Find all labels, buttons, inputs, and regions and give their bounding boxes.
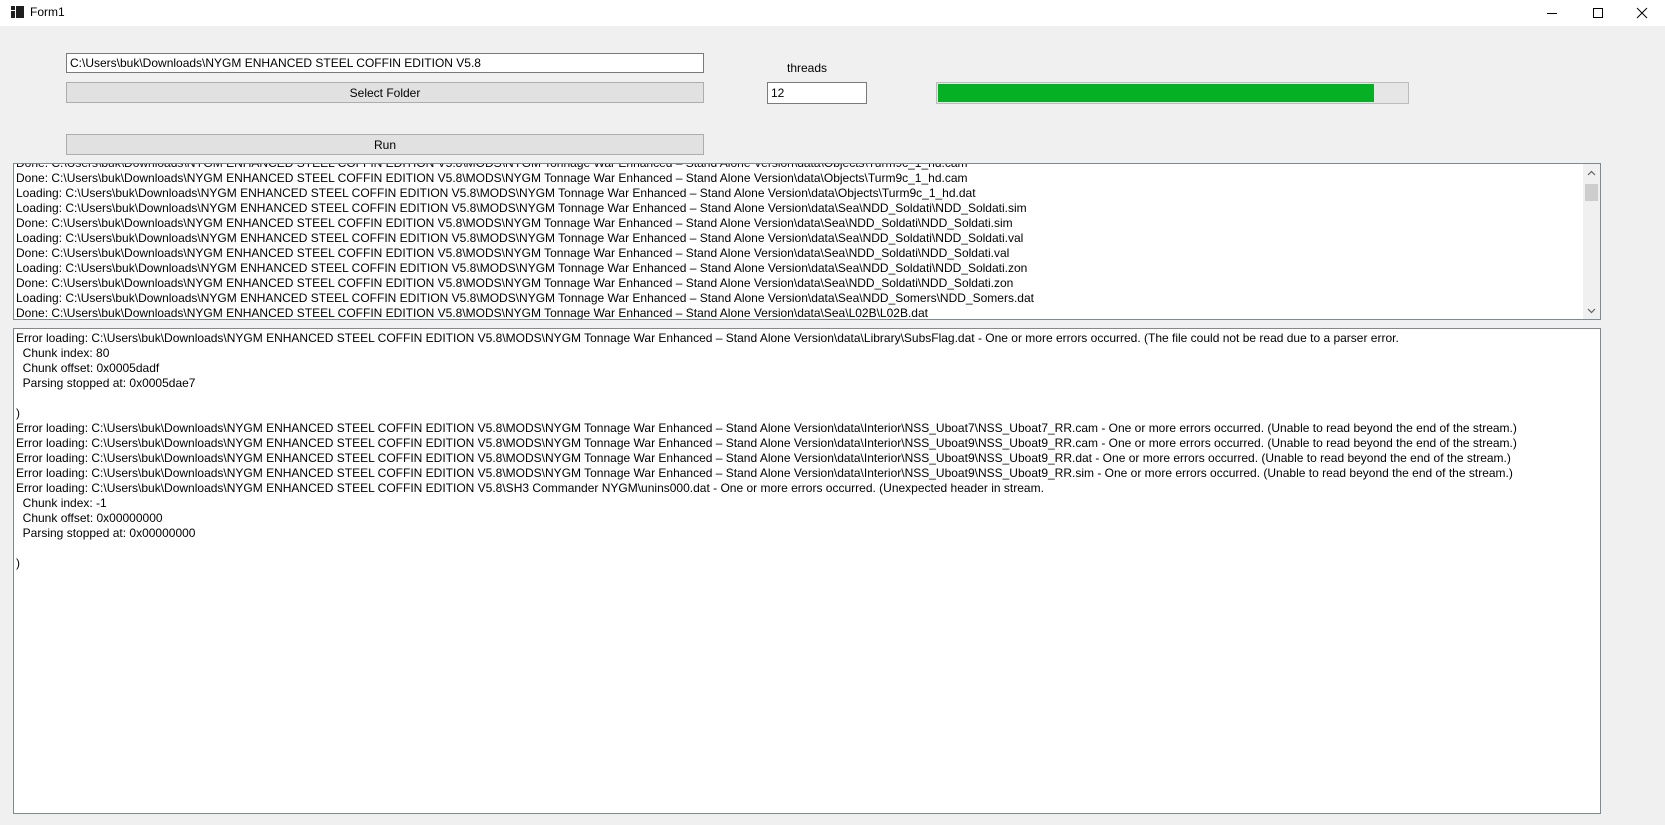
log-line: Loading: C:\Users\buk\Downloads\NYGM ENH… <box>16 261 1028 275</box>
error-line: Chunk index: -1 <box>16 496 107 510</box>
log-line: Loading: C:\Users\buk\Downloads\NYGM ENH… <box>16 231 1024 245</box>
maximize-button[interactable] <box>1575 0 1621 26</box>
error-line: Error loading: C:\Users\buk\Downloads\NY… <box>16 481 1044 495</box>
error-line: Chunk index: 80 <box>16 346 110 360</box>
close-button[interactable] <box>1619 0 1665 26</box>
scroll-down-icon[interactable] <box>1583 302 1600 319</box>
threads-input[interactable] <box>767 82 867 104</box>
log-line: Loading: C:\Users\buk\Downloads\NYGM ENH… <box>16 291 1034 305</box>
log-textbox[interactable]: Done: C:\Users\buk\Downloads\NYGM ENHANC… <box>13 163 1601 320</box>
maximize-icon <box>1593 8 1603 18</box>
scroll-up-icon[interactable] <box>1583 164 1600 181</box>
error-line: ) <box>16 556 20 570</box>
log-line: Done: C:\Users\buk\Downloads\NYGM ENHANC… <box>16 216 1013 230</box>
folder-path-input[interactable] <box>66 53 704 73</box>
log-line: Loading: C:\Users\buk\Downloads\NYGM ENH… <box>16 186 976 200</box>
log-line: Done: C:\Users\buk\Downloads\NYGM ENHANC… <box>16 171 968 185</box>
close-icon <box>1636 7 1648 19</box>
error-line: Parsing stopped at: 0x00000000 <box>16 526 196 540</box>
log-lines: Done: C:\Users\buk\Downloads\NYGM ENHANC… <box>16 163 1582 320</box>
error-line: ) <box>16 406 20 420</box>
log-line: Done: C:\Users\buk\Downloads\NYGM ENHANC… <box>16 276 1014 290</box>
title-bar: Form1 <box>0 0 1665 26</box>
error-line: Error loading: C:\Users\buk\Downloads\NY… <box>16 436 1517 450</box>
error-line <box>16 391 1596 406</box>
log-line: Done: C:\Users\buk\Downloads\NYGM ENHANC… <box>16 163 968 170</box>
window-title: Form1 <box>30 5 65 19</box>
log-line: Loading: C:\Users\buk\Downloads\NYGM ENH… <box>16 201 1027 215</box>
error-line: Error loading: C:\Users\buk\Downloads\NY… <box>16 421 1517 435</box>
minimize-icon <box>1547 13 1557 14</box>
error-line: Parsing stopped at: 0x0005dae7 <box>16 376 196 390</box>
log-line: Done: C:\Users\buk\Downloads\NYGM ENHANC… <box>16 306 928 320</box>
error-textbox[interactable]: Error loading: C:\Users\buk\Downloads\NY… <box>13 328 1601 814</box>
minimize-button[interactable] <box>1529 0 1575 26</box>
error-line: Error loading: C:\Users\buk\Downloads\NY… <box>16 451 1511 465</box>
progress-bar <box>936 82 1409 104</box>
error-line: Chunk offset: 0x00000000 <box>16 511 163 525</box>
error-line: Chunk offset: 0x0005dadf <box>16 361 160 375</box>
threads-label: threads <box>787 61 828 75</box>
error-line: Error loading: C:\Users\buk\Downloads\NY… <box>16 466 1513 480</box>
select-folder-button[interactable]: Select Folder <box>66 82 704 103</box>
log-scrollbar[interactable] <box>1583 164 1600 319</box>
error-line <box>16 541 1596 556</box>
error-lines: Error loading: C:\Users\buk\Downloads\NY… <box>16 331 1596 571</box>
progress-fill <box>938 84 1375 102</box>
scroll-thumb[interactable] <box>1585 184 1598 201</box>
app-icon <box>11 6 24 18</box>
log-line: Done: C:\Users\buk\Downloads\NYGM ENHANC… <box>16 246 1010 260</box>
error-line: Error loading: C:\Users\buk\Downloads\NY… <box>16 331 1399 345</box>
run-button[interactable]: Run <box>66 134 704 155</box>
